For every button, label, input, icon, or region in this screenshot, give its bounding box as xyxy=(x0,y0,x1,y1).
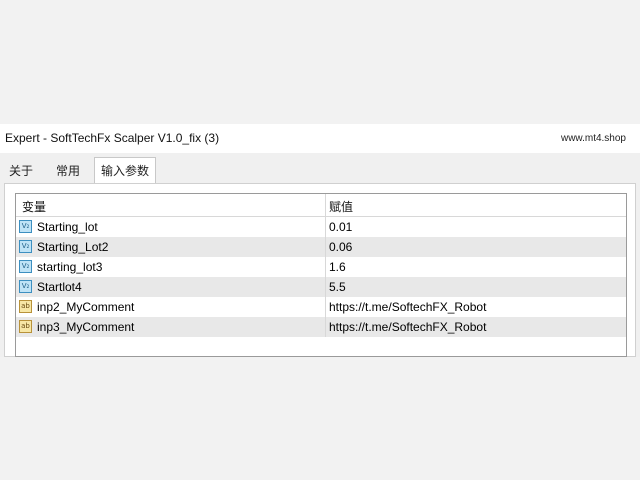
param-value[interactable]: https://t.me/SoftechFX_Robot xyxy=(329,300,486,314)
title-bar: Expert - SoftTechFx Scalper V1.0_fix (3)… xyxy=(0,124,640,153)
tab-inputs[interactable]: 输入参数 xyxy=(94,157,156,185)
column-divider xyxy=(325,297,326,317)
param-name: Starting_Lot2 xyxy=(37,240,109,254)
column-divider xyxy=(325,257,326,277)
table-row[interactable]: ab inp3_MyComment https://t.me/SoftechFX… xyxy=(16,317,626,337)
header-divider[interactable] xyxy=(325,194,326,216)
parameters-grid: 变量 赋值 V₂ Starting_lot 0.01 V₂ Starting_L… xyxy=(15,193,627,357)
param-value[interactable]: https://t.me/SoftechFX_Robot xyxy=(329,320,486,334)
numeric-param-icon: V₂ xyxy=(19,220,32,233)
background-top xyxy=(0,0,640,124)
column-divider xyxy=(325,217,326,237)
numeric-param-icon: V₂ xyxy=(19,260,32,273)
param-name: Starting_lot xyxy=(37,220,98,234)
string-param-icon: ab xyxy=(19,300,32,313)
numeric-param-icon: V₂ xyxy=(19,280,32,293)
tab-strip: 关于 常用 输入参数 xyxy=(0,157,640,185)
param-name: inp3_MyComment xyxy=(37,320,135,334)
window-title: Expert - SoftTechFx Scalper V1.0_fix (3) xyxy=(5,131,220,145)
column-divider xyxy=(325,237,326,257)
grid-header: 变量 赋值 xyxy=(16,194,626,217)
inputs-panel: 变量 赋值 V₂ Starting_lot 0.01 V₂ Starting_L… xyxy=(4,183,636,357)
tab-common[interactable]: 常用 xyxy=(48,159,88,183)
param-value[interactable]: 1.6 xyxy=(329,260,346,274)
expert-properties-dialog: Expert - SoftTechFx Scalper V1.0_fix (3)… xyxy=(0,124,640,357)
tab-about[interactable]: 关于 xyxy=(4,159,38,183)
table-row[interactable]: V₂ Starting_lot 0.01 xyxy=(16,217,626,237)
header-variable[interactable]: 变量 xyxy=(22,198,46,215)
watermark-text: www.mt4.shop xyxy=(560,133,626,144)
table-row[interactable]: V₂ Startlot4 5.5 xyxy=(16,277,626,297)
table-row[interactable]: ab inp2_MyComment https://t.me/SoftechFX… xyxy=(16,297,626,317)
param-value[interactable]: 5.5 xyxy=(329,280,346,294)
numeric-param-icon: V₂ xyxy=(19,240,32,253)
background-bottom xyxy=(0,357,640,480)
param-value[interactable]: 0.06 xyxy=(329,240,352,254)
header-value[interactable]: 赋值 xyxy=(329,198,353,215)
column-divider xyxy=(325,277,326,297)
param-value[interactable]: 0.01 xyxy=(329,220,352,234)
table-row[interactable]: V₂ Starting_Lot2 0.06 xyxy=(16,237,626,257)
column-divider xyxy=(325,317,326,337)
string-param-icon: ab xyxy=(19,320,32,333)
table-row[interactable]: V₂ starting_lot3 1.6 xyxy=(16,257,626,277)
param-name: Startlot4 xyxy=(37,280,82,294)
param-name: inp2_MyComment xyxy=(37,300,135,314)
param-name: starting_lot3 xyxy=(37,260,103,274)
